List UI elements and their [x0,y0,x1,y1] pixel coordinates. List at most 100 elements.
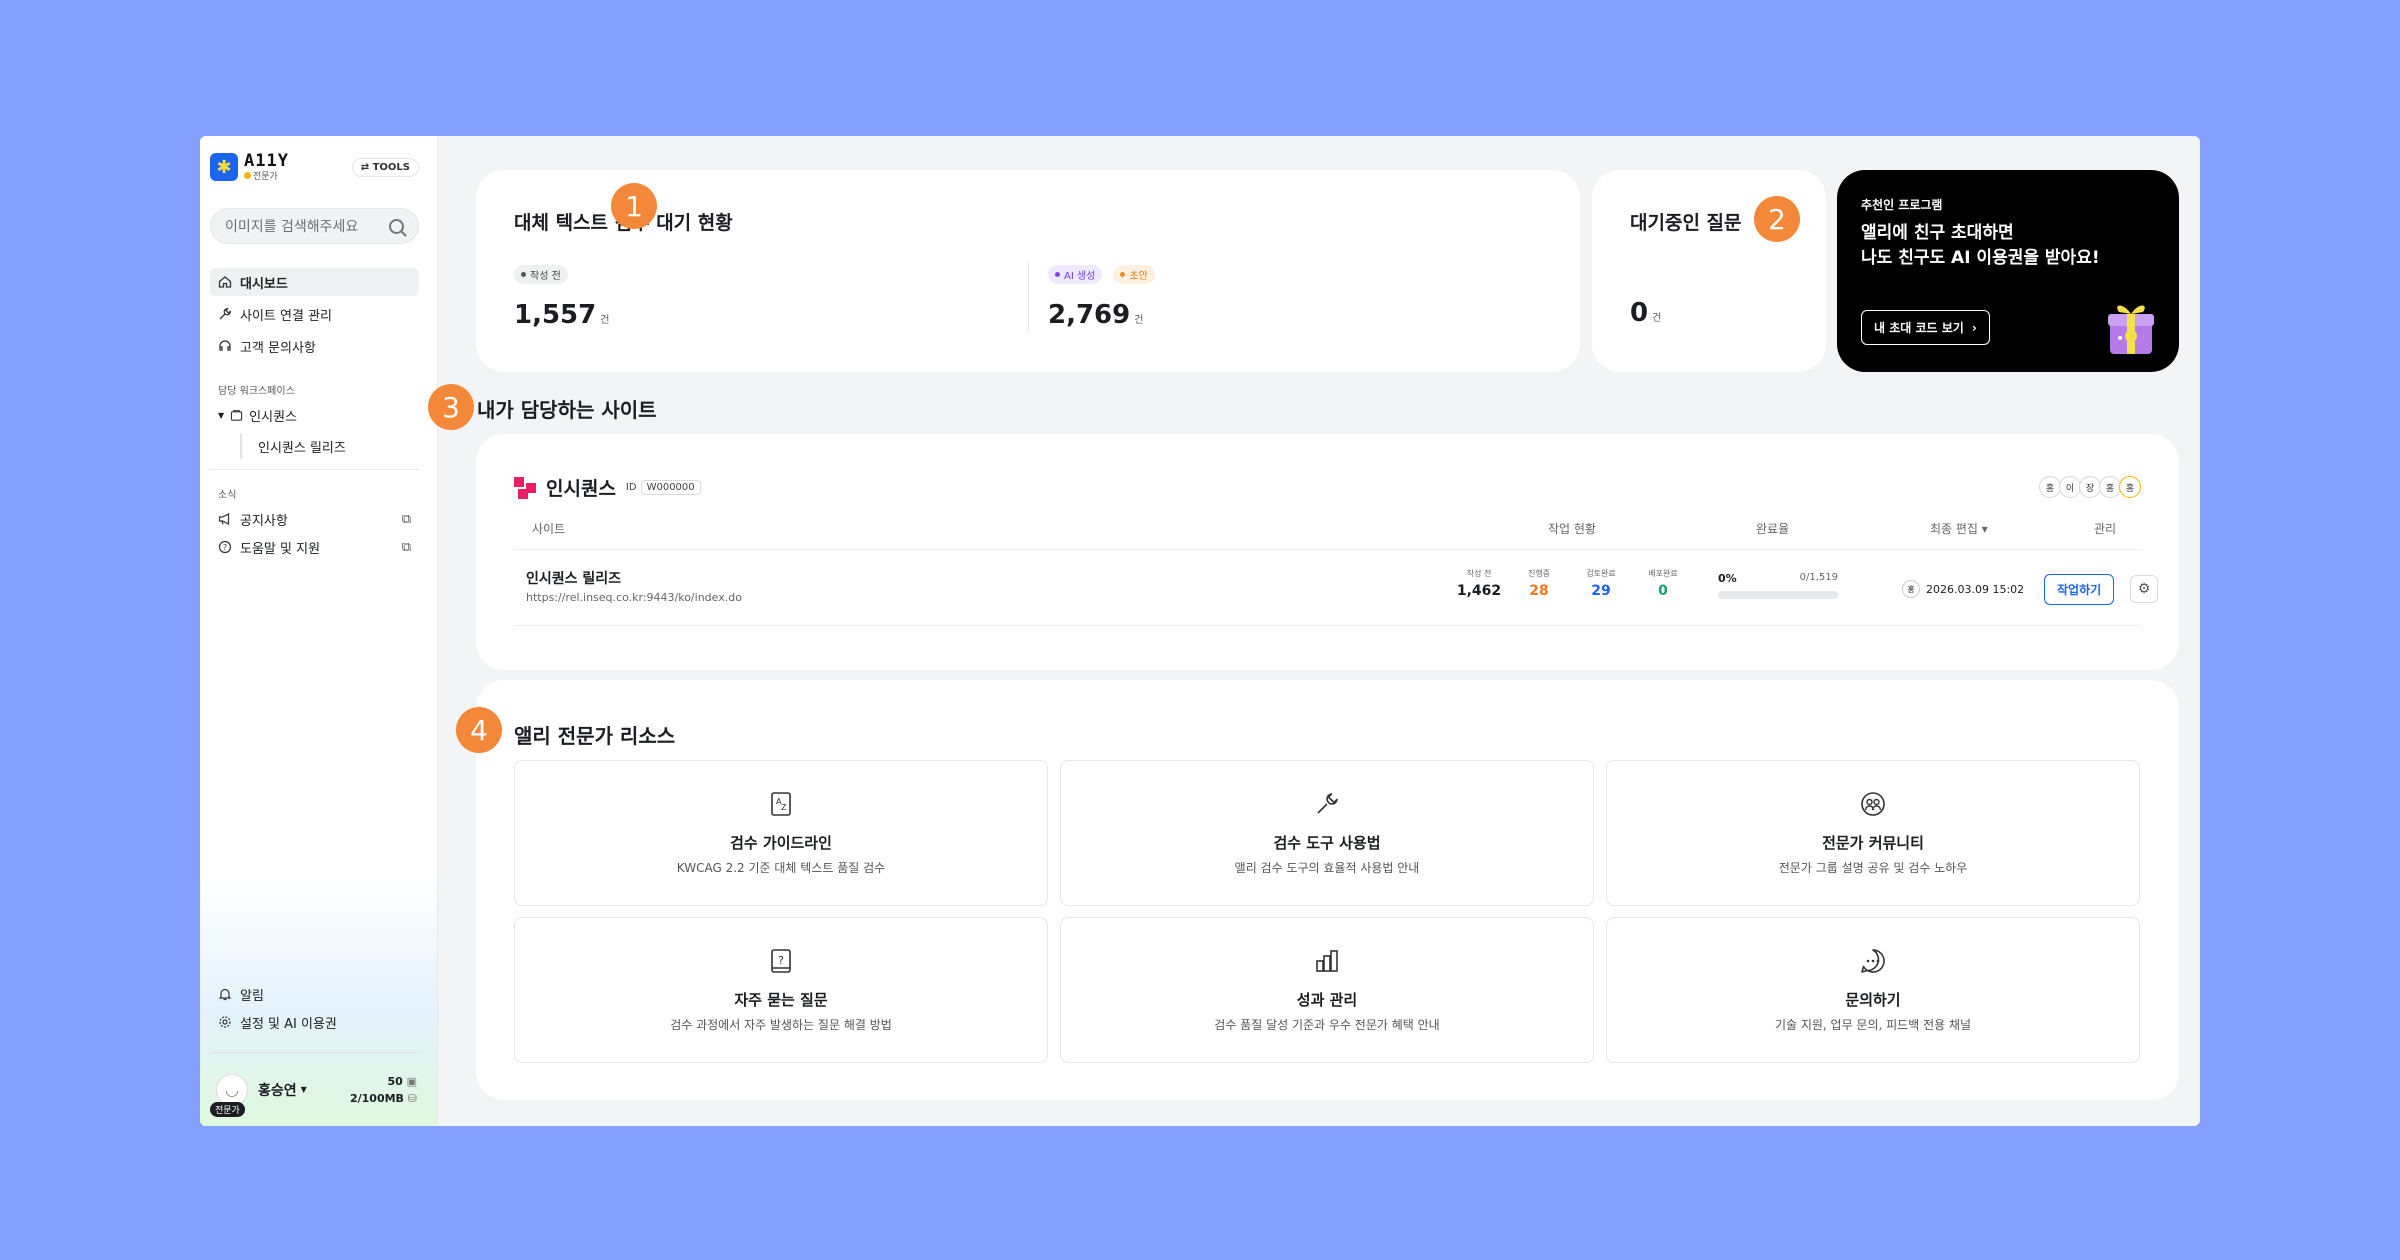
nav-item-site-management[interactable]: 사이트 연결 관리 [210,300,419,328]
resource-card-tool-usage[interactable]: 검수 도구 사용법 앨리 검수 도구의 효율적 사용법 안내 [1060,760,1594,906]
user-count: 50 [387,1074,403,1088]
col-status: 작업 현황 [1548,522,1596,536]
promo-label: 추천인 프로그램 [1861,198,1943,212]
stat-deployed: 배포완료 0 [1638,568,1688,599]
stat-label: 진행중 [1527,569,1551,578]
stat-value: 0 [1658,583,1668,599]
step-badge-3: 3 [428,384,474,430]
pill-label: 초안 [1129,271,1148,282]
status-pill-draft: 초안 [1113,265,1155,284]
site-url[interactable]: https://rel.inseq.co.kr:9443/ko/index.do [526,591,742,604]
home-icon [218,276,232,288]
editor-avatar: 홍 [1902,580,1920,598]
resource-desc: 앨리 검수 도구의 효율적 사용법 안내 [1234,861,1420,875]
external-link-icon[interactable]: ⧉ [402,540,411,555]
wrench-icon [219,308,231,320]
caret-down-icon: ▼ [218,410,225,420]
svg-text:?: ? [778,954,784,967]
gear-icon: ⚙ [2137,581,2151,597]
sites-table-header: 사이트 작업 현황 완료율 최종 편집 ▾ 관리 [514,520,2141,550]
workspace-site-item[interactable]: 인시퀀스 릴리즈 [240,433,419,459]
chevron-down-icon: ▼ [300,1085,307,1094]
search-icon[interactable] [389,218,404,234]
search-input[interactable]: 이미지를 검색해주세요 [210,208,419,244]
resource-card-community[interactable]: 전문가 커뮤니티 전문가 그룹 설명 공유 및 검수 노하우 [1606,760,2140,906]
resource-card-contact[interactable]: 문의하기 기술 지원, 업무 문의, 피드백 전용 채널 [1606,917,2140,1063]
nav-item-settings[interactable]: 설정 및 AI 이용권 [210,1008,419,1036]
resource-title: 전문가 커뮤니티 [1822,834,1924,852]
invite-code-button[interactable]: 내 초대 코드 보기 › [1861,310,1990,345]
nav-item-notices[interactable]: 공지사항 ⧉ [210,505,419,533]
user-stats: 50 ▣ 2/100MB ⛁ [350,1073,417,1107]
stat-label: 작성 전 [1466,569,1492,578]
site-name[interactable]: 인시퀀스 릴리즈 [526,568,621,588]
resource-card-performance[interactable]: 성과 관리 검수 품질 달성 기준과 우수 전문가 혜택 안내 [1060,917,1594,1063]
count-icon: ▣ [406,1074,417,1088]
nav-item-help[interactable]: ? 도움말 및 지원 ⧉ [210,533,419,561]
main-nav: 대시보드 사이트 연결 관리 고객 문의사항 [210,268,419,360]
not-written-count: 1,557 [514,300,597,330]
id-value: W000000 [640,480,701,495]
stat-in-progress: 진행중 28 [1514,568,1564,599]
logo-sub: 전문가 [244,171,289,182]
main-content: 1 대체 텍스트 검수 대기 현황 작성 전 1,557건 AI 생성 초안 2… [428,136,2200,1126]
folder-icon [230,409,243,421]
resource-title: 문의하기 [1845,991,1901,1009]
brand-row: ✱ A11Y 전문가 ⇄ TOOLS [210,152,419,182]
summary-left: 작성 전 1,557 건 [514,262,609,330]
external-link-icon[interactable]: ⧉ [402,512,411,527]
logo-star-icon: ✱ [210,153,238,181]
count-unit: 건 [1134,315,1144,326]
col-edited[interactable]: 최종 편집 ▾ [1930,520,1988,537]
resources-grid: AZ 검수 가이드라인 KWCAG 2.2 기준 대체 텍스트 품질 검수 검수… [514,760,2140,1063]
site-settings-button[interactable]: ⚙ [2130,575,2158,603]
promo-line-2: 나도 친구도 AI 이용권을 받아요! [1861,248,2100,268]
resource-card-faq[interactable]: ? 자주 묻는 질문 검수 과정에서 자주 발생하는 질문 해결 방법 [514,917,1048,1063]
member-avatar: 홍 [2099,476,2121,498]
start-work-button[interactable]: 작업하기 [2044,574,2115,605]
step-badge-2: 2 [1754,196,1800,242]
help-icon: ? [218,540,232,554]
nav-label: 설정 및 AI 이용권 [240,1016,337,1032]
nav-label: 도움말 및 지원 [240,541,321,557]
chevron-right-icon: › [1971,320,1977,335]
resources-heading: 앨리 전문가 리소스 [514,724,676,748]
count-unit: 건 [600,315,610,326]
resource-desc: 검수 품질 달성 기준과 우수 전문가 혜택 안내 [1214,1018,1440,1032]
member-avatar: 홍 [2039,476,2061,498]
progress-count: 0/1,519 [1799,572,1838,583]
resource-title: 검수 가이드라인 [730,834,832,852]
resources-card: 앨리 전문가 리소스 AZ 검수 가이드라인 KWCAG 2.2 기준 대체 텍… [476,680,2179,1100]
stat-not-written: 작성 전 1,462 [1454,568,1504,599]
nav-label: 알림 [240,988,264,1004]
resource-desc: 검수 과정에서 자주 발생하는 질문 해결 방법 [670,1018,892,1032]
table-row: 인시퀀스 릴리즈 https://rel.inseq.co.kr:9443/ko… [514,558,2158,626]
avatar: ◡ [216,1073,248,1106]
resource-card-guideline[interactable]: AZ 검수 가이드라인 KWCAG 2.2 기준 대체 텍스트 품질 검수 [514,760,1048,906]
nav-item-notifications[interactable]: 알림 [210,980,419,1008]
dictionary-icon: AZ [771,792,791,816]
stat-label: 검토완료 [1586,569,1616,578]
nav-label: 대시보드 [240,276,288,292]
member-avatar: 홍 [2119,476,2141,498]
search-placeholder: 이미지를 검색해주세요 [225,219,359,235]
promo-title: 앨리에 친구 초대하면 나도 친구도 AI 이용권을 받아요! [1861,221,2159,271]
pill-label: AI 생성 [1064,271,1096,282]
nav-item-dashboard[interactable]: 대시보드 [210,268,419,296]
invite-code-label: 내 초대 코드 보기 [1874,321,1964,335]
nav-label: 사이트 연결 관리 [240,308,332,324]
last-edited: 홍 2026.03.09 15:02 [1902,580,2024,598]
tools-button[interactable]: ⇄ TOOLS [351,157,419,177]
col-rate: 완료율 [1756,522,1790,536]
workspace-section-title: 담당 워크스페이스 [218,386,295,397]
member-avatars[interactable]: 홍 이 장 홍 홍 [2039,476,2141,498]
my-sites-card: 인시퀀스 ID W000000 홍 이 장 홍 홍 사이트 작업 현황 완료율 최… [476,434,2179,670]
workspace-id: ID W000000 [626,480,701,495]
promo-line-1: 앨리에 친구 초대하면 [1861,223,2014,243]
user-menu[interactable]: ◡ 전문가 홍승연 ▼ [210,1073,307,1117]
nav-item-inquiries[interactable]: 고객 문의사항 [210,332,419,360]
expert-badge: 전문가 [210,1101,245,1117]
logo[interactable]: ✱ A11Y 전문가 [210,152,289,182]
stat-value: 29 [1591,583,1611,599]
workspace-item[interactable]: ▼ 인시퀀스 [210,405,419,425]
